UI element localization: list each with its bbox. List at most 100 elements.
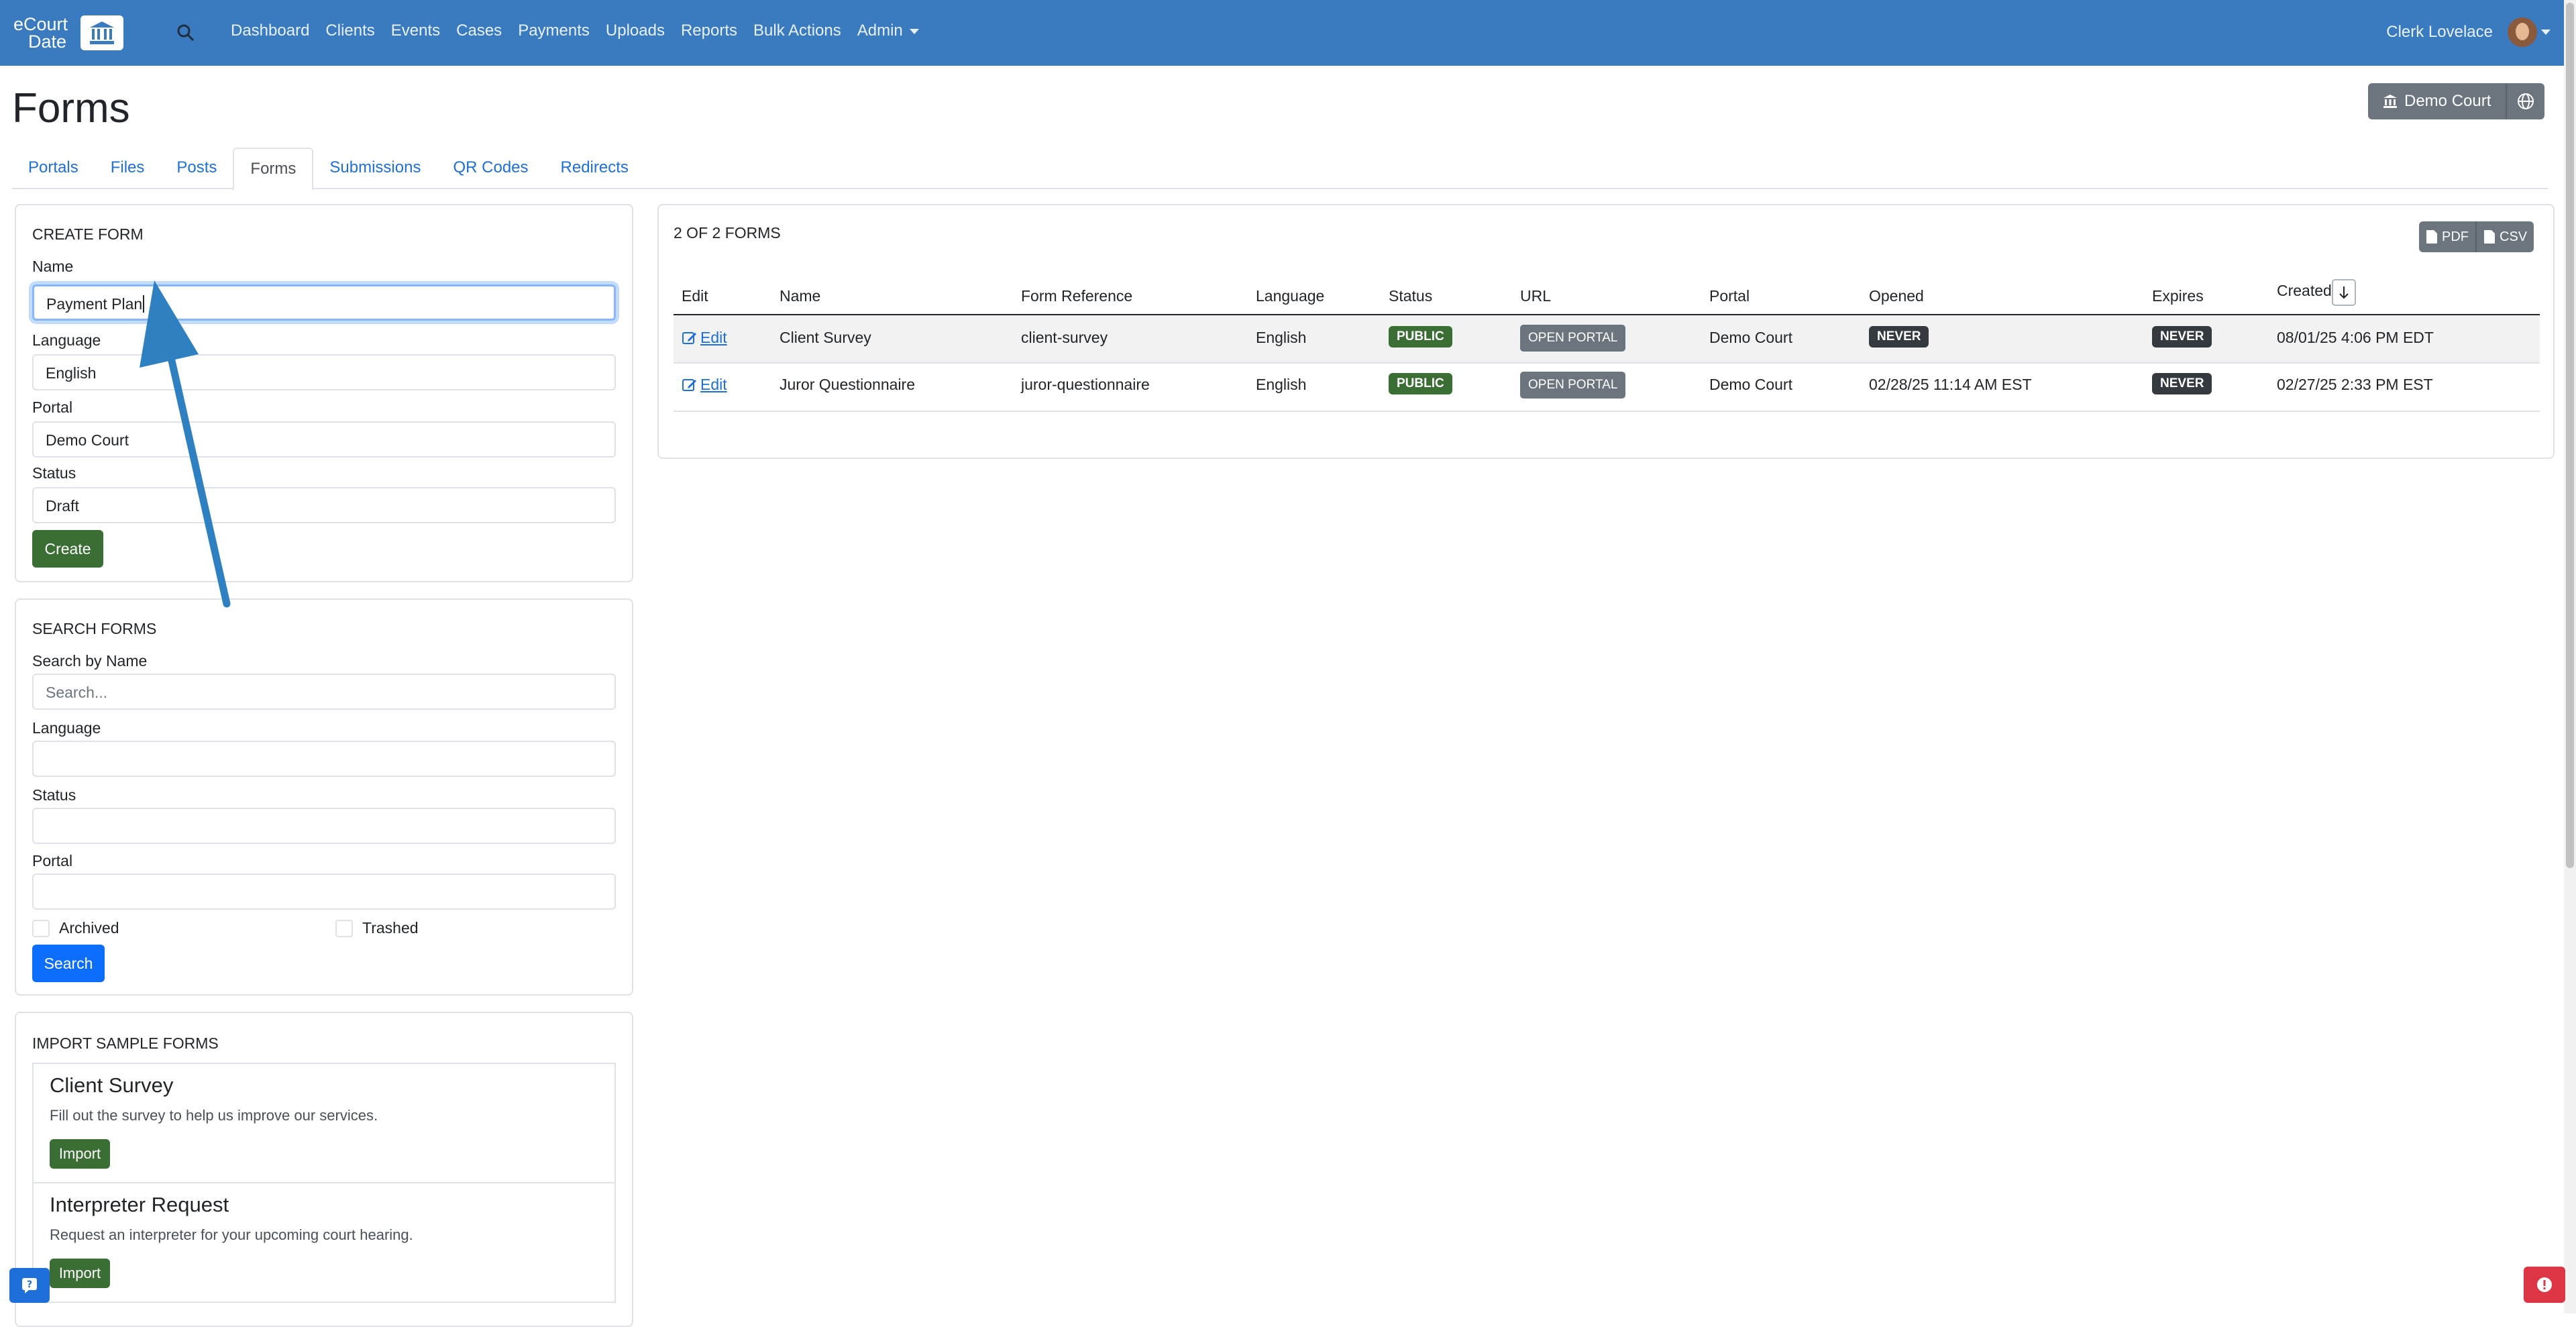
nav-events[interactable]: Events (391, 21, 440, 40)
status-badge: PUBLIC (1389, 373, 1452, 394)
col-header-language[interactable]: Language (1256, 287, 1324, 305)
import-interpreter-request-button[interactable]: Import (50, 1259, 110, 1288)
svg-text:?: ? (27, 1279, 32, 1290)
trashed-checkbox-box[interactable] (335, 919, 353, 937)
search-status-select[interactable] (32, 808, 616, 844)
col-header-portal[interactable]: Portal (1709, 287, 1750, 305)
tab-redirects[interactable]: Redirects (545, 148, 645, 188)
edit-icon (682, 331, 696, 344)
arrow-down-icon (2339, 286, 2349, 299)
portal-label: Portal (32, 399, 73, 416)
col-header-status[interactable]: Status (1389, 287, 1432, 305)
cell-language: English (1256, 376, 1307, 393)
sort-desc-button[interactable] (2332, 279, 2356, 306)
language-label: Language (32, 331, 101, 349)
nav-payments[interactable]: Payments (518, 21, 590, 40)
search-status-label: Status (32, 786, 76, 804)
nav-clients[interactable]: Clients (325, 21, 374, 40)
tab-files[interactable]: Files (95, 148, 161, 188)
col-header-form-reference[interactable]: Form Reference (1021, 287, 1132, 305)
alert-icon (2537, 1277, 2552, 1292)
language-select[interactable]: English (32, 354, 616, 390)
cell-language: English (1256, 329, 1307, 346)
nav-admin-label: Admin (857, 21, 903, 40)
expires-badge: NEVER (2152, 373, 2212, 394)
court-button-label: Demo Court (2404, 92, 2491, 110)
edit-link[interactable]: Edit (682, 376, 727, 394)
nav-reports[interactable]: Reports (681, 21, 737, 40)
import-client-survey-button[interactable]: Import (50, 1139, 110, 1169)
search-forms-card: SEARCH FORMS Search by Name Search... La… (15, 598, 633, 996)
nav-dashboard[interactable]: Dashboard (231, 21, 309, 40)
file-pdf-icon (2426, 230, 2437, 244)
search-forms-title: SEARCH FORMS (32, 620, 157, 637)
cell-name: Juror Questionnaire (780, 376, 915, 393)
search-name-input[interactable]: Search... (32, 674, 616, 710)
chevron-down-icon (909, 28, 919, 34)
export-buttons: PDF CSV (2419, 221, 2534, 252)
archived-checkbox[interactable]: Archived (32, 919, 119, 937)
status-select[interactable]: Draft (32, 487, 616, 523)
nav-admin-dropdown[interactable]: Admin (857, 21, 919, 40)
sample-interpreter-request: Interpreter Request Request an interpret… (32, 1182, 616, 1303)
create-form-card: CREATE FORM Name Payment Plan Language E… (15, 204, 633, 582)
import-samples-title: IMPORT SAMPLE FORMS (32, 1034, 219, 1052)
sample-description: Request an interpreter for your upcoming… (50, 1226, 413, 1243)
search-icon[interactable] (176, 23, 196, 43)
nav-uploads[interactable]: Uploads (606, 21, 665, 40)
error-report-button[interactable] (2524, 1267, 2565, 1303)
col-header-expires[interactable]: Expires (2152, 287, 2204, 305)
expires-badge: NEVER (2152, 326, 2212, 348)
page-title: Forms (12, 85, 130, 131)
create-button[interactable]: Create (32, 530, 103, 568)
edit-link[interactable]: Edit (682, 329, 727, 347)
search-portal-label: Portal (32, 852, 73, 869)
search-button[interactable]: Search (32, 945, 105, 982)
cell-reference: client-survey (1021, 329, 1108, 346)
portal-select[interactable]: Demo Court (32, 421, 616, 458)
tab-forms[interactable]: Forms (233, 148, 314, 191)
status-label: Status (32, 464, 76, 482)
trashed-checkbox[interactable]: Trashed (335, 919, 419, 937)
col-header-created[interactable]: Created (2277, 282, 2332, 300)
cell-name: Client Survey (780, 329, 871, 346)
cell-created: 08/01/25 4:06 PM EDT (2277, 329, 2434, 346)
col-header-opened[interactable]: Opened (1869, 287, 1924, 305)
nav-cases[interactable]: Cases (456, 21, 502, 40)
export-csv-button[interactable]: CSV (2475, 221, 2534, 252)
cell-portal: Demo Court (1709, 329, 1792, 346)
status-badge: PUBLIC (1389, 326, 1452, 348)
cell-portal: Demo Court (1709, 376, 1792, 393)
open-portal-button[interactable]: OPEN PORTAL (1520, 372, 1626, 399)
globe-icon[interactable] (2506, 83, 2545, 119)
ecourtdate-logo[interactable]: eCourt Date (13, 13, 123, 52)
status-value: Draft (46, 497, 79, 515)
archived-checkbox-box[interactable] (32, 919, 50, 937)
page-scrollbar[interactable] (2564, 0, 2576, 1314)
nav-bulk-actions[interactable]: Bulk Actions (753, 21, 841, 40)
open-portal-button[interactable]: OPEN PORTAL (1520, 325, 1626, 352)
search-language-select[interactable] (32, 741, 616, 777)
court-button[interactable]: Demo Court (2368, 83, 2506, 119)
user-menu[interactable]: Clerk Lovelace (2386, 17, 2551, 47)
form-name-input[interactable]: Payment Plan (32, 284, 616, 321)
scrollbar-thumb[interactable] (2566, 3, 2574, 868)
export-csv-label: CSV (2500, 229, 2528, 244)
help-chat-button[interactable]: ? (9, 1268, 50, 1303)
edit-label: Edit (700, 329, 727, 346)
language-value: English (46, 364, 97, 382)
tab-qr-codes[interactable]: QR Codes (437, 148, 544, 188)
opened-badge: NEVER (1869, 326, 1929, 348)
col-header-name[interactable]: Name (780, 287, 820, 305)
tab-submissions[interactable]: Submissions (313, 148, 437, 188)
logo-line-1: eCourt (13, 14, 68, 34)
user-name: Clerk Lovelace (2386, 23, 2493, 41)
edit-label: Edit (700, 376, 727, 393)
col-header-edit: Edit (682, 287, 708, 305)
tab-portals[interactable]: Portals (12, 148, 95, 188)
search-portal-select[interactable] (32, 873, 616, 910)
tab-posts[interactable]: Posts (160, 148, 233, 188)
export-pdf-button[interactable]: PDF (2419, 221, 2475, 252)
edit-icon (682, 378, 696, 391)
file-csv-icon (2484, 230, 2495, 244)
